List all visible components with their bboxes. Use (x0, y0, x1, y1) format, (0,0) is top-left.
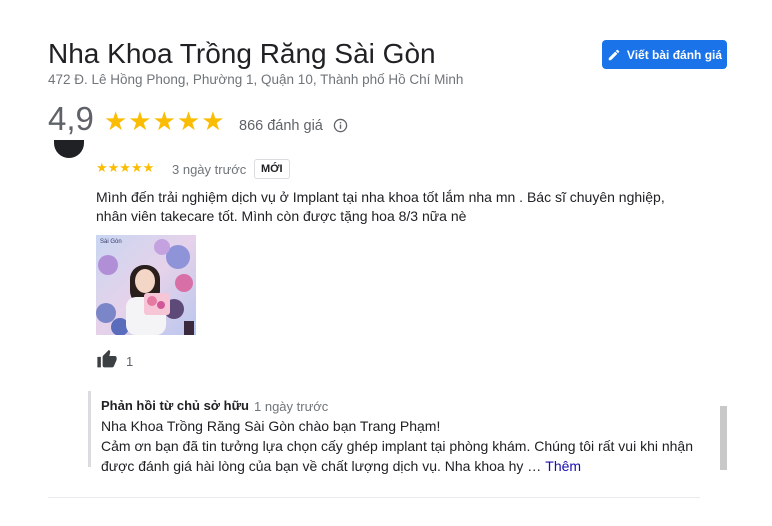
like-count: 1 (126, 354, 134, 369)
owner-reply-line1: Nha Khoa Trồng Răng Sài Gòn chào bạn Tra… (101, 418, 441, 434)
thumbs-up-icon[interactable] (96, 349, 118, 370)
pencil-icon (608, 49, 620, 60)
scrollbar-thumb[interactable] (720, 406, 727, 470)
rating-stars: ★★★★★ (104, 106, 226, 136)
write-review-button[interactable]: Viết bài đánh giá (602, 40, 727, 69)
review-text: Mình đến trải nghiệm dịch vụ ở Implant t… (96, 189, 665, 224)
average-rating: 4,9 (48, 100, 94, 137)
review-count[interactable]: 866 đánh giá (239, 118, 323, 134)
photo-watermark: Sài Gòn (100, 239, 122, 245)
reviewer-avatar[interactable] (54, 140, 84, 158)
place-address: 472 Đ. Lê Hồng Phong, Phường 1, Quận 10,… (48, 72, 464, 87)
info-icon[interactable] (333, 118, 348, 133)
review-stars: ★★★★★ (96, 160, 155, 175)
place-title: Nha Khoa Trồng Răng Sài Gòn (48, 38, 436, 69)
write-review-label: Viết bài đánh giá (626, 47, 723, 62)
review-time: 3 ngày trước (172, 162, 247, 177)
owner-reply-label: Phản hồi từ chủ sở hữu (101, 398, 249, 413)
owner-reply-body: Cảm ơn bạn đã tin tưởng lựa chọn cấy ghé… (101, 438, 694, 474)
owner-reply-text: Nha Khoa Trồng Răng Sài Gòn chào bạn Tra… (101, 416, 701, 476)
reply-divider (88, 391, 91, 467)
owner-reply-time: 1 ngày trước (254, 399, 329, 414)
more-link[interactable]: Thêm (545, 458, 581, 474)
section-divider (48, 497, 700, 498)
owner-reply-line2: Cảm ơn bạn đã tin tưởng lựa chọn cấy ghé… (101, 436, 701, 476)
review-photo[interactable]: Sài Gòn (96, 235, 196, 335)
new-badge: MỚI (254, 159, 290, 179)
